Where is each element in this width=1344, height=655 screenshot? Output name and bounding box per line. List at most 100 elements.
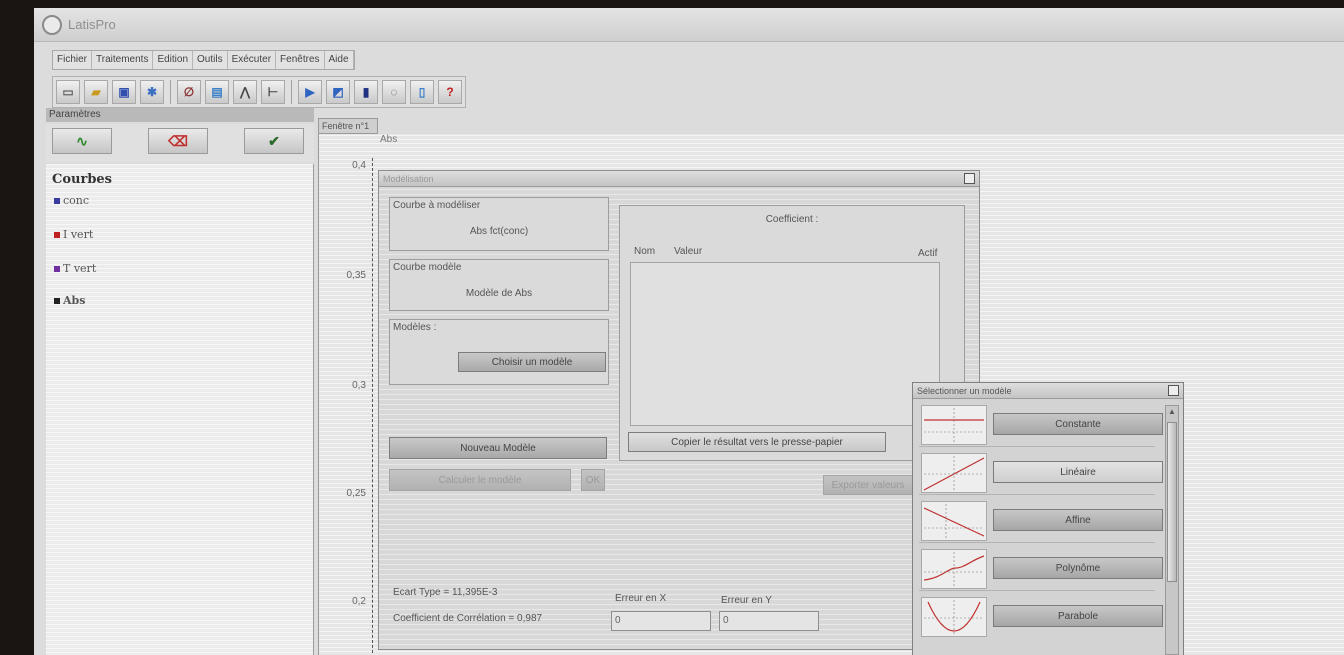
export-icon[interactable]: ◩ (326, 80, 350, 104)
tab-fenetre-1[interactable]: Fenêtre n°1 (318, 118, 378, 134)
choose-model-button[interactable]: Choisir un modèle (458, 352, 606, 372)
menu-edition[interactable]: Edition (153, 51, 194, 69)
model-list-scrollbar[interactable]: ▲ (1165, 405, 1179, 655)
courbe-a-modeliser-group: Courbe à modéliser Abs fct(conc) (389, 197, 609, 251)
courbe-modele-value[interactable]: Modèle de Abs (390, 288, 608, 299)
waveform-icon[interactable]: ∿ (52, 128, 112, 154)
coefficients-table[interactable] (630, 262, 940, 426)
menu-fenetres[interactable]: Fenêtres (276, 51, 325, 69)
erreur-y-input[interactable]: 0 (719, 611, 819, 631)
menu-traitements[interactable]: Traitements (92, 51, 154, 69)
model-polynome-button[interactable]: Polynôme (993, 557, 1163, 579)
app-titlebar: LatisPro (34, 8, 1344, 42)
checkmark-icon[interactable]: ✔ (244, 128, 304, 154)
erreur-x-label: Erreur en X (615, 593, 667, 604)
model-selector-title: Sélectionner un modèle (913, 383, 1183, 399)
curve-i-vert[interactable]: I vert (54, 228, 93, 241)
column-nom: Nom (634, 246, 656, 257)
y-tick: 0,3 (352, 380, 366, 391)
y-axis-label: Abs (380, 134, 398, 145)
close-icon[interactable] (964, 173, 975, 184)
export-values-button[interactable]: Exporter valeurs (823, 475, 913, 495)
desktop-screen: LatisPro Fichier Traitements Edition Out… (34, 8, 1344, 655)
curve-color-swatch (54, 265, 60, 272)
linear-graph-icon (921, 453, 987, 493)
courbe-a-modeliser-value[interactable]: Abs fct(conc) (390, 226, 608, 237)
scroll-up-icon[interactable]: ▲ (1166, 406, 1178, 418)
open-folder-icon[interactable]: ▰ (84, 80, 108, 104)
new-file-icon[interactable]: ▭ (56, 80, 80, 104)
model-row-lineaire: Linéaire (919, 451, 1163, 495)
modeles-group: Modèles : Choisir un modèle (389, 319, 609, 385)
curve-color-swatch (54, 197, 60, 204)
curve-t-vert[interactable]: T vert (54, 262, 96, 275)
courbes-panel: Courbes conc I vert T vert Abs (46, 164, 314, 655)
group-title: Modèles : (393, 322, 437, 333)
courbes-title: Courbes (52, 172, 112, 187)
erreur-y-label: Erreur en Y (721, 595, 772, 606)
model-row-polynome: Polynôme (919, 547, 1163, 591)
courbe-modele-group: Courbe modèle Modèle de Abs (389, 259, 609, 311)
clipboard-icon[interactable]: ▯ (410, 80, 434, 104)
scroll-thumb[interactable] (1167, 422, 1177, 582)
acquisition-icon[interactable]: ✱ (140, 80, 164, 104)
model-constante-button[interactable]: Constante (993, 413, 1163, 435)
parabola-graph-icon (921, 597, 987, 637)
column-valeur: Valeur (674, 246, 703, 257)
sequence-icon[interactable]: ⊢ (261, 80, 285, 104)
curve-conc[interactable]: conc (54, 194, 89, 207)
model-row-constante: Constante (919, 403, 1163, 447)
save-icon[interactable]: ▣ (112, 80, 136, 104)
screen-icon[interactable]: ▤ (205, 80, 229, 104)
model-selector-window: Sélectionner un modèle Constante Linéair… (912, 382, 1184, 655)
curve-label: I vert (63, 228, 94, 241)
menu-executer[interactable]: Exécuter (228, 51, 277, 69)
group-title: Courbe modèle (393, 262, 462, 273)
curve-color-swatch (54, 297, 60, 304)
app-logo-icon (42, 14, 62, 35)
modelisation-window: Modélisation Courbe à modéliser Abs fct(… (378, 170, 980, 650)
waveform-icon[interactable]: ⋀ (233, 80, 257, 104)
menu-aide[interactable]: Aide (325, 51, 354, 69)
model-lineaire-button[interactable]: Linéaire (993, 461, 1163, 483)
y-axis (372, 158, 373, 655)
column-actif: Actif (918, 248, 938, 259)
app-title: LatisPro (68, 17, 116, 32)
group-title: Courbe à modéliser (393, 200, 481, 211)
model-parabole-button[interactable]: Parabole (993, 605, 1163, 627)
eraser-icon[interactable]: ⌫ (148, 128, 208, 154)
curve-abs[interactable]: Abs (54, 294, 85, 307)
parameters-buttons: ∿ ⌫ ✔ (46, 124, 314, 162)
copy-to-clipboard-button[interactable]: Copier le résultat vers le presse-papier (628, 432, 886, 452)
ok-button[interactable]: OK (581, 469, 605, 491)
new-model-button[interactable]: Nouveau Modèle (389, 437, 607, 459)
help-icon[interactable]: ? (438, 80, 462, 104)
menu-fichier[interactable]: Fichier (53, 51, 93, 69)
main-toolbar: ▭ ▰ ▣ ✱ ∅ ▤ ⋀ ⊢ ▶ ◩ ▮ ◌ ▯ ? (52, 76, 466, 108)
model-row-parabole: Parabole (919, 595, 1163, 639)
polynomial-graph-icon (921, 549, 987, 589)
y-tick: 0,2 (352, 596, 366, 607)
device-icon[interactable]: ▮ (354, 80, 378, 104)
modelisation-title: Modélisation (379, 171, 979, 187)
calculate-model-button[interactable]: Calculer le modèle (389, 469, 571, 491)
model-row-affine: Affine (919, 499, 1163, 543)
correlation-coefficient: Coefficient de Corrélation = 0,987 (393, 613, 543, 624)
y-tick: 0,25 (346, 488, 366, 499)
curve-label: Abs (63, 294, 86, 307)
model-affine-button[interactable]: Affine (993, 509, 1163, 531)
menu-bar: Fichier Traitements Edition Outils Exécu… (52, 50, 355, 70)
coefficients-title: Coefficient : (765, 214, 819, 225)
affine-graph-icon (921, 501, 987, 541)
arrow-right-icon[interactable]: ▶ (298, 80, 322, 104)
curve-label: T vert (63, 262, 97, 275)
cycle-icon[interactable]: ∅ (177, 80, 201, 104)
erreur-x-input[interactable]: 0 (611, 611, 711, 631)
refresh-icon[interactable]: ◌ (382, 80, 406, 104)
close-icon[interactable] (1168, 385, 1179, 396)
y-tick: 0,35 (346, 270, 366, 281)
menu-outils[interactable]: Outils (193, 51, 228, 69)
y-tick: 0,4 (352, 160, 366, 171)
curve-label: conc (63, 194, 90, 207)
ecart-type: Ecart Type = 11,395E-3 (393, 587, 498, 598)
